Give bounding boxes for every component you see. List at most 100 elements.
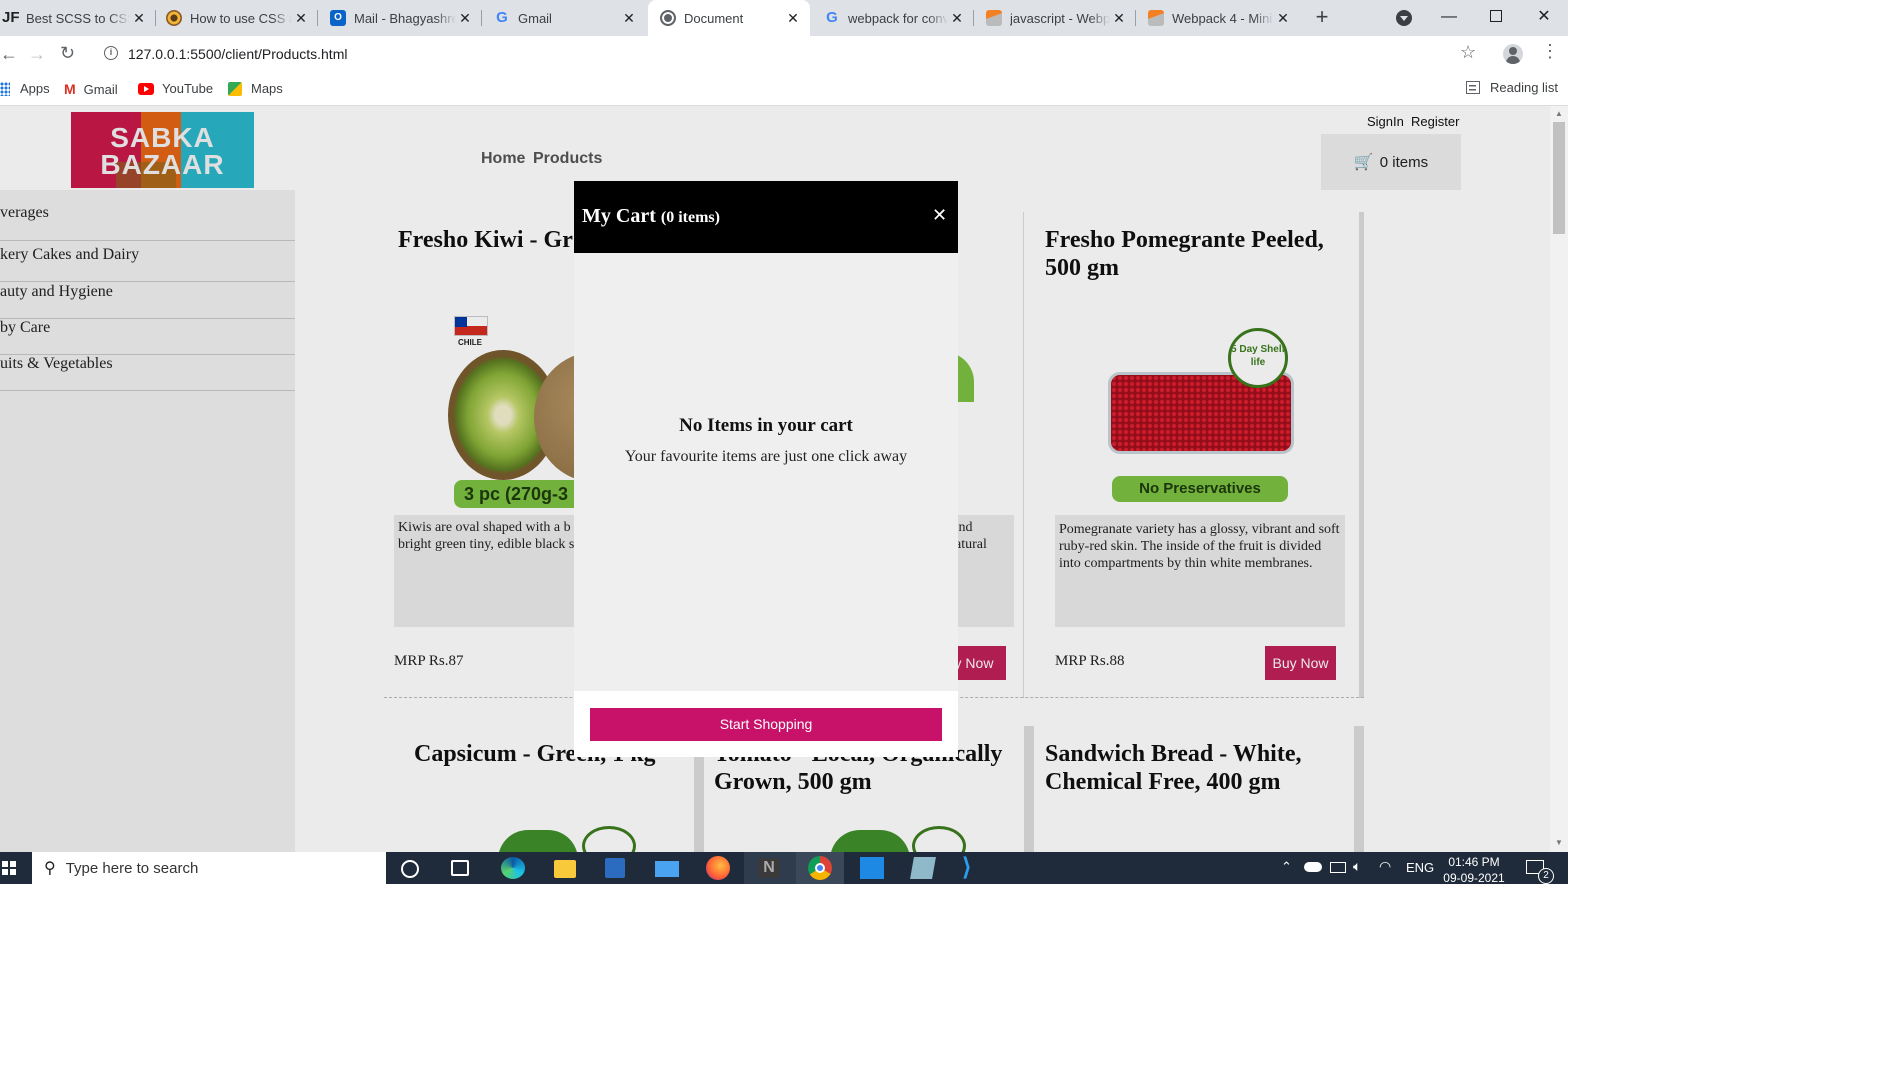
outlook-icon: O [330,10,346,26]
bookmark-label: YouTube [162,81,214,96]
tab-title: Document [684,10,744,26]
tab-5[interactable]: G webpack for conv ✕ [812,0,974,36]
search-icon: ⚲ [44,860,56,877]
cart-modal-header: My Cart (0 items) ✕ [574,181,958,253]
notepad-icon[interactable] [910,857,936,879]
back-icon[interactable]: ← [0,44,18,65]
reading-list-icon [1466,81,1480,94]
minimize-icon[interactable]: — [1440,8,1458,26]
close-tab-icon[interactable]: ✕ [1274,10,1292,27]
close-tab-icon[interactable]: ✕ [948,10,966,27]
search-placeholder: Type here to search [65,859,199,877]
forward-icon[interactable]: → [28,44,46,65]
bookmarks-bar: Apps M Gmail YouTube Maps Reading list [0,72,1568,106]
jf-icon: JF [2,9,20,26]
tab-7[interactable]: Webpack 4 - Mini ✕ [1136,0,1300,36]
reading-list[interactable]: Reading list [1466,80,1558,95]
tab-title: Gmail [518,10,552,26]
apps-grid-icon [0,81,10,96]
bookmark-label: Apps [20,81,50,96]
omnibox[interactable]: i 127.0.0.1:5500/client/Products.html [92,40,1492,68]
close-tab-icon[interactable]: ✕ [292,10,310,27]
close-tab-icon[interactable]: ✕ [784,10,802,27]
bookmark-label: Maps [251,81,283,96]
volume-icon[interactable]: 🔈︎ [1353,858,1361,875]
codegrepper-icon [166,10,182,26]
reading-list-label: Reading list [1490,80,1558,95]
url-text: 127.0.0.1:5500/client/Products.html [128,46,348,62]
chrome-icon[interactable] [808,856,832,880]
tab-1[interactable]: How to use CSS a ✕ [156,0,318,36]
language-indicator[interactable]: ENG [1406,860,1434,875]
tab-title: Best SCSS to CSS [26,10,130,26]
photos-icon[interactable] [860,857,884,879]
taskbar-search[interactable]: ⚲ Type here to search [32,852,386,884]
notion-icon[interactable]: N [758,858,780,878]
file-explorer-icon[interactable] [554,860,576,878]
cart-modal: My Cart (0 items) ✕ No Items in your car… [574,181,958,757]
bookmark-gmail[interactable]: M Gmail [64,81,118,97]
battery-icon[interactable] [1330,862,1346,873]
cart-modal-title: My Cart (0 items) [582,205,720,228]
clock-date: 09-09-2021 [1443,871,1505,884]
close-tab-icon[interactable]: ✕ [620,10,638,27]
close-tab-icon[interactable]: ✕ [130,10,148,27]
menu-kebab-icon[interactable]: ⋮ [1541,42,1559,60]
tab-title: How to use CSS a [190,10,292,26]
close-tab-icon[interactable]: ✕ [456,10,474,27]
bookmark-youtube[interactable]: YouTube [138,81,213,96]
firefox-icon[interactable] [706,856,730,880]
bookmark-apps[interactable]: Apps [0,81,50,96]
tab-title: webpack for conv [848,10,948,26]
tab-search-icon[interactable] [1396,10,1412,26]
bookmark-label: Gmail [83,81,118,97]
task-view-icon[interactable] [451,860,469,876]
site-info-icon[interactable]: i [104,46,118,60]
cart-modal-body: No Items in your cart Your favourite ite… [574,253,958,691]
show-hidden-icons-icon[interactable]: ⌃ [1281,859,1292,875]
globe-icon [660,10,676,26]
stackoverflow-icon [1148,10,1164,26]
scrollbar-thumb[interactable] [1553,122,1565,234]
scroll-up-icon[interactable]: ▲ [1555,109,1563,118]
profile-avatar[interactable] [1503,44,1523,64]
edge-icon[interactable] [501,857,525,879]
google-icon: G [496,9,508,26]
close-cart-icon[interactable]: ✕ [932,205,947,226]
onedrive-icon[interactable] [1304,862,1322,872]
store-icon[interactable] [605,858,625,878]
page-scrollbar[interactable]: ▲ ▼ [1550,106,1568,852]
mail-icon[interactable] [655,861,679,877]
windows-start-icon[interactable] [2,861,16,875]
empty-cart-heading: No Items in your cart [679,415,853,436]
bookmark-maps[interactable]: Maps [228,81,283,96]
tab-0[interactable]: JF Best SCSS to CSS ✕ [0,0,156,36]
stackoverflow-icon [986,10,1002,26]
google-icon: G [826,9,838,26]
notification-badge: 2 [1538,868,1554,884]
tab-6[interactable]: javascript - Webp ✕ [974,0,1136,36]
close-window-icon[interactable]: ✕ [1534,6,1554,26]
system-clock[interactable]: 01:46 PM 09-09-2021 [1438,854,1510,884]
cart-item-count: (0 items) [660,209,720,226]
cortana-icon[interactable] [401,860,419,878]
clock-time: 01:46 PM [1448,855,1500,869]
scroll-down-icon[interactable]: ▼ [1555,838,1563,847]
windows-taskbar: ⚲ Type here to search N ⟩ ⌃ 🔈︎ ◠ ENG 01:… [0,852,1568,884]
tab-4-active[interactable]: Document ✕ [648,0,810,36]
vscode-icon[interactable]: ⟩ [962,856,986,880]
start-shopping-button[interactable]: Start Shopping [590,708,942,741]
tab-title: Mail - Bhagyashre [354,10,456,26]
close-tab-icon[interactable]: ✕ [1110,10,1128,27]
bookmark-star-icon[interactable]: ☆ [1460,42,1476,63]
restore-icon[interactable] [1490,10,1502,22]
empty-cart-subtext: Your favourite items are just one click … [624,448,908,465]
reload-icon[interactable]: ↻ [60,43,75,64]
new-tab-button[interactable]: + [1310,6,1334,30]
tab-3[interactable]: G Gmail ✕ [482,0,646,36]
maps-icon [228,81,242,96]
gmail-icon: M [64,81,76,97]
youtube-icon [138,82,154,95]
tab-2[interactable]: O Mail - Bhagyashre ✕ [318,0,482,36]
wifi-icon[interactable]: ◠ [1379,858,1391,875]
